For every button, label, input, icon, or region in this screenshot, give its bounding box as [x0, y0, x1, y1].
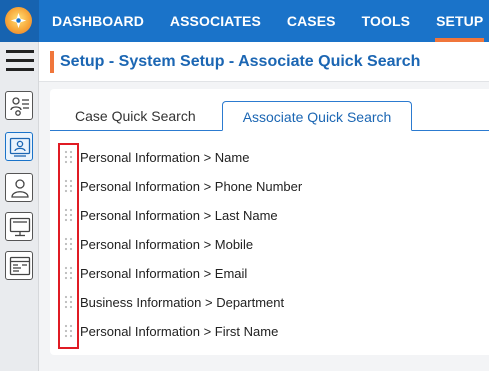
person-search-icon[interactable]: [5, 132, 33, 161]
drag-handle-icon[interactable]: [64, 295, 73, 309]
field-label: Personal Information > Email: [80, 265, 248, 281]
drag-handle-icon[interactable]: [64, 237, 73, 251]
field-label: Personal Information > Last Name: [80, 207, 278, 223]
title-accent-bar: [50, 51, 54, 73]
page-title: Setup - System Setup - Associate Quick S…: [60, 53, 421, 70]
field-label: Personal Information > Mobile: [80, 236, 254, 252]
field-label: Business Information > Department: [80, 294, 285, 310]
logo-star-icon: [10, 12, 27, 29]
nav-cases[interactable]: CASES: [274, 0, 349, 42]
hamburger-menu-icon[interactable]: [6, 50, 34, 72]
app-logo[interactable]: [0, 0, 39, 42]
field-label: Personal Information > First Name: [80, 323, 279, 339]
tab-associate-quick-search[interactable]: Associate Quick Search: [222, 101, 412, 131]
page-header: Setup - System Setup - Associate Quick S…: [39, 42, 489, 82]
nav-tools[interactable]: TOOLS: [349, 0, 423, 42]
browser-window-icon[interactable]: [5, 251, 33, 280]
top-navigation-bar: DASHBOARD ASSOCIATES CASES TOOLS SETUP: [0, 0, 489, 42]
field-item[interactable]: Personal Information > Name: [64, 147, 249, 167]
sidebar: [0, 42, 39, 371]
drag-handle-icon[interactable]: [64, 150, 73, 164]
field-item[interactable]: Personal Information > First Name: [64, 321, 278, 341]
drag-handle-icon[interactable]: [64, 266, 73, 280]
field-item[interactable]: Personal Information > Last Name: [64, 205, 278, 225]
drag-handle-icon[interactable]: [64, 179, 73, 193]
person-settings-icon[interactable]: [5, 91, 33, 120]
field-item[interactable]: Personal Information > Mobile: [64, 234, 253, 254]
main-nav: DASHBOARD ASSOCIATES CASES TOOLS SETUP: [39, 0, 489, 42]
drag-handle-icon[interactable]: [64, 208, 73, 222]
person-icon[interactable]: [5, 173, 33, 202]
nav-dashboard[interactable]: DASHBOARD: [39, 0, 157, 42]
field-item[interactable]: Business Information > Department: [64, 292, 284, 312]
nav-associates[interactable]: ASSOCIATES: [157, 0, 274, 42]
field-item[interactable]: Personal Information > Email: [64, 263, 247, 283]
monitor-icon[interactable]: [5, 212, 33, 241]
field-label: Personal Information > Phone Number: [80, 178, 303, 194]
field-label: Personal Information > Name: [80, 149, 250, 165]
nav-setup[interactable]: SETUP: [423, 0, 489, 42]
tab-case-quick-search[interactable]: Case Quick Search: [63, 101, 208, 131]
field-item[interactable]: Personal Information > Phone Number: [64, 176, 302, 196]
drag-handle-icon[interactable]: [64, 324, 73, 338]
